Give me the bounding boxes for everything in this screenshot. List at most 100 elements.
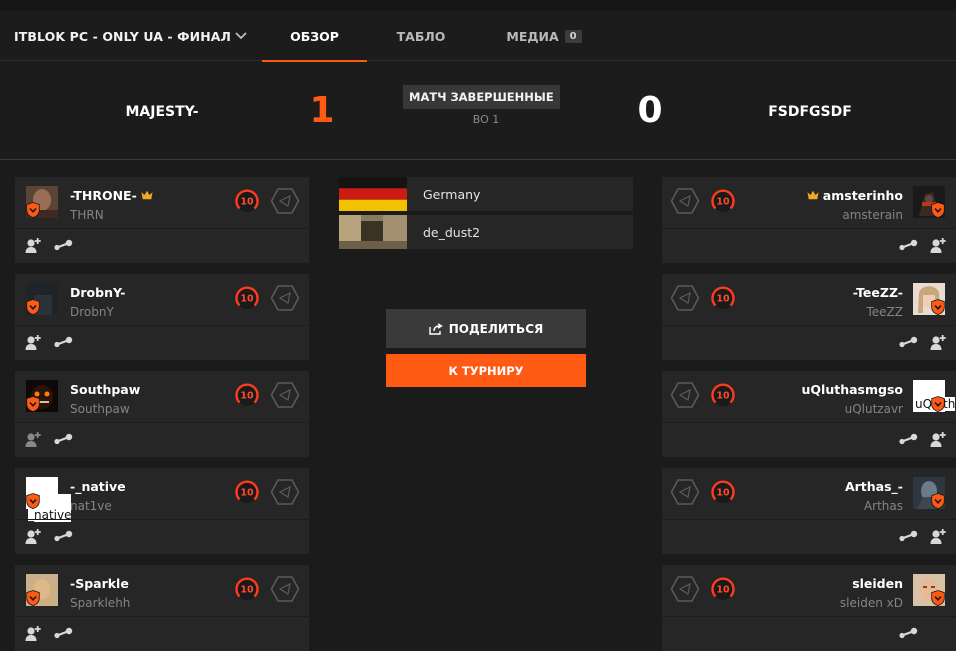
player-avatar-broken[interactable]: uQluth (913, 380, 956, 412)
card-divider (15, 422, 309, 423)
player-avatar[interactable] (26, 283, 58, 315)
player-avatar[interactable] (26, 574, 58, 606)
team-left-score: 1 (309, 90, 335, 131)
player-card[interactable]: amsterinho amsterain (662, 177, 956, 263)
player-nickname[interactable]: -TeeZZ- (853, 285, 903, 300)
skill-level-icon (234, 285, 260, 311)
steam-icon[interactable] (53, 336, 73, 348)
player-card[interactable]: sleiden sleiden xD (662, 565, 956, 651)
player-nickname[interactable]: DrobnY- (70, 285, 125, 300)
player-card[interactable]: -_native -_native nat1ve (15, 468, 309, 554)
player-card[interactable]: DrobnY- DrobnY (15, 274, 309, 360)
shield-icon (931, 493, 945, 509)
hexagon-rank-icon (270, 575, 300, 603)
steam-icon[interactable] (53, 433, 73, 445)
player-nickname[interactable]: uQluthasmgso (802, 382, 903, 397)
card-divider (15, 519, 309, 520)
shield-icon (931, 202, 945, 218)
steam-icon[interactable] (898, 530, 918, 542)
hexagon-rank-icon (270, 381, 300, 409)
steam-icon[interactable] (898, 627, 918, 639)
steam-icon[interactable] (898, 336, 918, 348)
add-friend-icon[interactable] (930, 334, 946, 350)
player-nickname[interactable]: -THRONE- (70, 188, 137, 203)
card-divider (15, 228, 309, 229)
steam-icon[interactable] (898, 239, 918, 251)
player-card[interactable]: -Sparkle Sparklehh (15, 565, 309, 651)
player-avatar[interactable] (26, 186, 58, 218)
player-card[interactable]: -THRONE- THRN (15, 177, 309, 263)
add-friend-icon[interactable] (25, 528, 41, 544)
skill-level-icon (710, 479, 736, 505)
player-card[interactable]: -TeeZZ- TeeZZ (662, 274, 956, 360)
match-status-badge: МАТЧ ЗАВЕРШЕННЫЕ (403, 85, 560, 109)
player-avatar[interactable] (913, 186, 945, 218)
player-nickname[interactable]: Arthas_- (845, 479, 903, 494)
team-left-name[interactable]: MAJESTY- (82, 104, 242, 120)
player-card[interactable]: Arthas_- Arthas (662, 468, 956, 554)
shield-icon (931, 396, 945, 412)
chevron-down-icon[interactable] (234, 28, 248, 42)
match-score-header: MAJESTY- 1 МАТЧ ЗАВЕРШЕННЫЕ BO 1 0 FSDFG… (0, 62, 956, 160)
player-name: nat1ve (70, 499, 112, 513)
add-friend-icon[interactable] (25, 334, 41, 350)
skill-level-icon (710, 188, 736, 214)
hexagon-rank-icon (670, 478, 700, 506)
to-tournament-button[interactable]: К ТУРНИРУ (386, 354, 586, 387)
team-right-score: 0 (637, 90, 663, 131)
add-friend-icon[interactable] (25, 237, 41, 253)
player-name: Sparklehh (70, 596, 131, 610)
player-nickname[interactable]: -Sparkle (70, 576, 129, 591)
shield-icon (26, 396, 40, 412)
player-name: Southpaw (70, 402, 130, 416)
tab-media[interactable]: МЕДИА 0 (496, 11, 592, 61)
player-avatar[interactable] (913, 283, 945, 315)
tournament-title[interactable]: ITBLOK PC - ONLY UA - ФИНАЛ (14, 11, 231, 61)
tab-overview[interactable]: ОБЗОР (262, 11, 367, 62)
hexagon-rank-icon (270, 284, 300, 312)
player-nickname[interactable]: Southpaw (70, 382, 140, 397)
tab-scoreboard[interactable]: ТАБЛО (374, 11, 468, 61)
card-divider (15, 325, 309, 326)
skill-level-icon (710, 285, 736, 311)
skill-level-icon (234, 479, 260, 505)
skill-level-icon (234, 382, 260, 408)
map-label: de_dust2 (423, 224, 481, 240)
tab-overview-label: ОБЗОР (290, 28, 339, 44)
share-icon (429, 322, 443, 335)
to-tournament-label: К ТУРНИРУ (448, 363, 524, 378)
player-nickname[interactable]: -_native (70, 479, 126, 494)
player-avatar[interactable] (26, 380, 58, 412)
card-divider (15, 616, 309, 617)
card-divider (662, 519, 956, 520)
player-avatar[interactable] (913, 477, 945, 509)
steam-icon[interactable] (53, 239, 73, 251)
germany-flag-icon (339, 177, 407, 211)
match-format: BO 1 (472, 113, 500, 126)
player-name: Arthas (863, 499, 903, 513)
player-name: DrobnY (70, 305, 114, 319)
skill-level-icon (710, 576, 736, 602)
add-friend-icon[interactable] (930, 431, 946, 447)
steam-icon[interactable] (53, 627, 73, 639)
hexagon-rank-icon (670, 575, 700, 603)
player-nickname[interactable]: amsterinho (823, 188, 903, 203)
add-friend-icon[interactable] (930, 528, 946, 544)
player-avatar-broken[interactable]: -_native (26, 477, 71, 522)
tab-media-label: МЕДИА (506, 28, 559, 44)
player-nickname[interactable]: sleiden (852, 576, 903, 591)
player-card[interactable]: Southpaw Southpaw (15, 371, 309, 457)
add-friend-icon[interactable] (25, 431, 41, 447)
map-thumbnail (339, 215, 407, 249)
share-button[interactable]: ПОДЕЛИТЬСЯ (386, 309, 586, 348)
steam-icon[interactable] (898, 433, 918, 445)
hexagon-rank-icon (270, 478, 300, 506)
player-card[interactable]: uQluth uQluthasmgso uQlutzavr (662, 371, 956, 457)
team-right-name[interactable]: FSDFGSDF (730, 104, 890, 120)
card-divider (662, 228, 956, 229)
tab-scoreboard-label: ТАБЛО (396, 28, 446, 44)
add-friend-icon[interactable] (930, 237, 946, 253)
player-avatar[interactable] (913, 574, 945, 606)
steam-icon[interactable] (53, 530, 73, 542)
add-friend-icon[interactable] (25, 625, 41, 641)
